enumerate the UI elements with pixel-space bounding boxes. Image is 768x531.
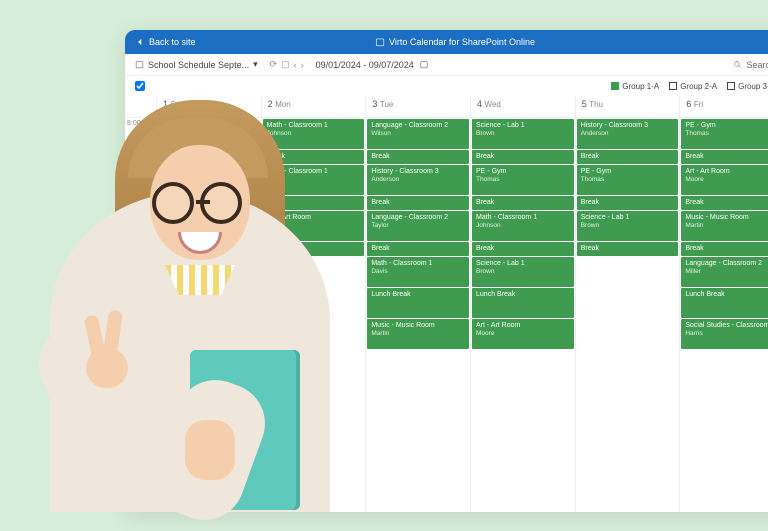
calendar-icon xyxy=(375,37,385,47)
legend-label: Group 1-A xyxy=(622,82,659,91)
calendar-event[interactable]: Music - Music RoomMartin xyxy=(367,319,469,349)
calendar-event[interactable]: Social Studies - Classroom 4Harris xyxy=(681,319,768,349)
calendar-event[interactable]: Lunch Break xyxy=(367,288,469,318)
titlebar: Back to site Virto Calendar for SharePoi… xyxy=(125,30,768,54)
calendar-event[interactable]: Break xyxy=(472,196,574,210)
toolbar: School Schedule Septe... ▾ ⟳ ▢ ‹ › 09/01… xyxy=(125,54,768,76)
calendar-event[interactable]: Break xyxy=(367,242,469,256)
calendar-event[interactable]: Break xyxy=(577,196,679,210)
calendar-event[interactable]: Math - Classroom 1Johnson xyxy=(472,211,574,241)
calendar-event[interactable]: Break xyxy=(472,150,574,164)
back-arrow-icon xyxy=(135,37,145,47)
calendar-event xyxy=(577,257,679,287)
calendar-event[interactable]: Break xyxy=(577,242,679,256)
prev-icon[interactable]: ‹ xyxy=(294,60,297,70)
calendar-small-icon xyxy=(135,60,144,69)
today-icon[interactable]: ▢ xyxy=(281,59,290,70)
calendar-event[interactable]: Language - Classroom 2Miller xyxy=(681,257,768,287)
day-column: 3 TueLanguage - Classroom 2WilsonBreakHi… xyxy=(366,96,471,512)
calendar-event[interactable]: Language - Classroom 2Wilson xyxy=(367,119,469,149)
legend-item[interactable]: Group 2-A xyxy=(669,82,717,91)
date-range[interactable]: 09/01/2024 - 09/07/2024 xyxy=(316,60,414,70)
app-title: Virto Calendar for SharePoint Online xyxy=(375,37,535,47)
legend-label: Group 3-A xyxy=(738,82,768,91)
legend-item[interactable]: Group 1-A xyxy=(611,82,659,91)
chevron-down-icon: ▾ xyxy=(253,59,258,70)
back-to-site-link[interactable]: Back to site xyxy=(135,37,196,47)
day-column: 5 ThuHistory - Classroom 3AndersonBreakP… xyxy=(576,96,681,512)
legend-item[interactable]: Group 3-A xyxy=(727,82,768,91)
calendar-event[interactable]: Break xyxy=(577,150,679,164)
day-header: 5 Thu xyxy=(576,96,680,118)
date-picker-icon[interactable]: ▢ xyxy=(420,59,429,70)
calendar-event[interactable]: Music - Music RoomMartin xyxy=(681,211,768,241)
calendar-event[interactable]: Lunch Break xyxy=(681,288,768,318)
calendar-event[interactable]: Break xyxy=(367,150,469,164)
calendar-event[interactable]: PE - GymThomas xyxy=(681,119,768,149)
calendar-event[interactable]: History - Classroom 3Anderson xyxy=(577,119,679,149)
calendar-event[interactable]: Science - Lab 1Brown xyxy=(472,257,574,287)
legend-swatch xyxy=(727,82,735,90)
search-box[interactable]: Search xyxy=(733,60,768,70)
day-header: 4 Wed xyxy=(471,96,575,118)
calendar-event[interactable]: PE - GymThomas xyxy=(472,165,574,195)
next-icon[interactable]: › xyxy=(301,60,304,70)
search-icon xyxy=(733,60,742,69)
calendar-event[interactable]: Art - Art RoomMoore xyxy=(472,319,574,349)
legend-swatch xyxy=(611,82,619,90)
legend-label: Group 2-A xyxy=(680,82,717,91)
person-illustration xyxy=(20,90,360,512)
nav-controls: ⟳ ▢ ‹ › xyxy=(270,59,304,70)
calendar-event[interactable]: Math - Classroom 1Davis xyxy=(367,257,469,287)
calendar-event[interactable]: Lunch Break xyxy=(472,288,574,318)
refresh-icon[interactable]: ⟳ xyxy=(270,59,278,70)
legend-swatch xyxy=(669,82,677,90)
calendar-event[interactable]: Break xyxy=(367,196,469,210)
calendar-event[interactable]: Language - Classroom 2Taylor xyxy=(367,211,469,241)
calendar-event[interactable]: Break xyxy=(681,150,768,164)
day-column: 4 WedScience - Lab 1BrownBreakPE - GymTh… xyxy=(471,96,576,512)
calendar-event[interactable]: Art - Art RoomMoore xyxy=(681,165,768,195)
calendar-event[interactable]: PE - GymThomas xyxy=(577,165,679,195)
day-header: 6 Fri xyxy=(680,96,768,118)
day-header: 3 Tue xyxy=(366,96,470,118)
calendar-event[interactable]: Science - Lab 1Brown xyxy=(577,211,679,241)
calendar-event[interactable]: History - Classroom 3Anderson xyxy=(367,165,469,195)
calendar-event[interactable]: Science - Lab 1Brown xyxy=(472,119,574,149)
calendar-event[interactable]: Break xyxy=(472,242,574,256)
day-column: 6 FriPE - GymThomasBreakArt - Art RoomMo… xyxy=(680,96,768,512)
calendar-event[interactable]: Break xyxy=(681,242,768,256)
back-label: Back to site xyxy=(149,37,196,47)
schedule-dropdown[interactable]: School Schedule Septe... ▾ xyxy=(135,59,258,70)
calendar-event xyxy=(577,288,679,318)
calendar-event[interactable]: Break xyxy=(681,196,768,210)
